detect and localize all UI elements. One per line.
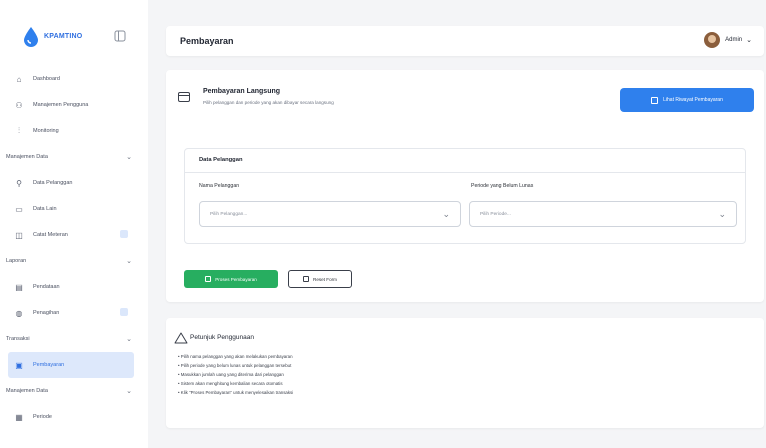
customer-data-header: Data Pelanggan: [185, 149, 745, 173]
sidebar-section[interactable]: Manajemen Data ⌄: [0, 144, 148, 170]
customer-label: Nama Pelanggan: [199, 183, 240, 189]
sidebar-section-label: Manajemen Data: [6, 388, 48, 394]
sidebar-item-label: Data Pelanggan: [33, 180, 73, 186]
top-header: Pembayaran Admin ⌄: [166, 26, 764, 56]
user-menu[interactable]: Admin ⌄: [704, 32, 752, 48]
user-name: Admin: [725, 37, 743, 43]
sidebar-item[interactable]: ⫶ Monitoring: [0, 118, 148, 144]
user-icon: ⚲: [16, 178, 22, 188]
sidebar-item[interactable]: ◍ Penagihan: [0, 300, 148, 326]
sidebar-section-label: Transaksi: [6, 336, 30, 342]
chevron-down-icon: ⌄: [442, 209, 450, 219]
home-icon: ⌂: [16, 74, 22, 84]
sidebar-item[interactable]: ▦ Periode: [0, 404, 148, 430]
receipt-icon: ◍: [15, 308, 23, 318]
history-button[interactable]: Lihat Riwayat Pembayaran: [620, 88, 754, 112]
customer-select[interactable]: Pilih Pelanggan... ⌄: [199, 201, 461, 227]
sidebar-item-label: Penagihan: [33, 310, 60, 316]
sidebar-item-label: Pembayaran: [33, 362, 65, 368]
sidebar-item[interactable]: ▭ Data Lain: [0, 196, 148, 222]
sidebar-item[interactable]: ◫ Catat Meteran: [0, 222, 148, 248]
guide-item: Masukkan jumlah uang yang diterima dari …: [178, 370, 293, 379]
period-select[interactable]: Pilih Periode... ⌄: [469, 201, 737, 227]
reset-form-button[interactable]: Reset Form: [288, 270, 352, 288]
sidebar-item-label: Periode: [33, 414, 52, 420]
process-payment-label: Proses Pembayaran: [215, 276, 257, 282]
chevron-down-icon: ⌄: [126, 154, 132, 161]
sidebar-nav: ⌂ Dashboard ⚇ Manajemen Pengguna ⫶ Monitoring…: [0, 66, 148, 430]
chevron-down-icon: ⌄: [718, 209, 726, 219]
sidebar-item-label: Manajemen Pengguna: [33, 102, 89, 108]
sidebar-item-label: Monitoring: [33, 128, 59, 134]
sidebar-item-label: Dashboard: [33, 76, 60, 82]
water-drop-icon: [24, 27, 38, 47]
save-icon: [205, 276, 212, 282]
guide-item: Pilih nama pelanggan yang akan melakukan…: [178, 352, 293, 361]
avatar: [704, 32, 721, 48]
warning-icon: [174, 332, 188, 344]
guide-item: Klik "Proses Pembayaran" untuk menyelesa…: [178, 388, 293, 397]
brand-name: KPAMTINO: [44, 33, 83, 40]
guide-item: Pilih periode yang belum lunas untuk pel…: [178, 361, 293, 370]
status-badge: [120, 308, 128, 316]
page-title: Pembayaran: [180, 36, 234, 46]
sidebar-section-label: Manajemen Data: [6, 154, 48, 160]
history-icon: [651, 96, 659, 104]
sidebar-item[interactable]: ▣ Pembayaran: [8, 352, 134, 378]
calendar-icon: ▦: [15, 412, 23, 422]
status-badge: [120, 230, 128, 238]
customer-data-panel: Data Pelanggan Nama Pelanggan Pilih Pela…: [184, 148, 746, 244]
guide-list: Pilih nama pelanggan yang akan melakukan…: [178, 352, 293, 397]
customer-data-title: Data Pelanggan: [199, 157, 243, 163]
period-label: Periode yang Belum Lunas: [471, 183, 534, 189]
payment-card-icon: [178, 92, 190, 102]
chevron-down-icon: ⌄: [126, 336, 132, 343]
sidebar: KPAMTINO ⌂ Dashboard ⚇ Manajemen Pengguna ⫶ M…: [0, 0, 148, 448]
guide-title: Petunjuk Penggunaan: [190, 334, 254, 341]
sidebar-item[interactable]: ⚇ Manajemen Pengguna: [0, 92, 148, 118]
payment-title: Pembayaran Langsung: [203, 88, 281, 95]
chevron-down-icon: ⌄: [126, 388, 132, 395]
meter-icon: ◫: [15, 230, 23, 240]
guide-card: Petunjuk Penggunaan Pilih nama pelanggan…: [166, 318, 764, 428]
chart-icon: ⫶: [18, 126, 20, 135]
sidebar-section[interactable]: Manajemen Data ⌄: [0, 378, 148, 404]
sidebar-item-label: Catat Meteran: [33, 232, 68, 238]
users-icon: ⚇: [15, 100, 23, 110]
reset-form-label: Reset Form: [313, 276, 337, 282]
history-button-label: Lihat Riwayat Pembayaran: [663, 97, 723, 103]
wallet-icon: ▣: [15, 360, 23, 370]
process-payment-button[interactable]: Proses Pembayaran: [184, 270, 278, 288]
sidebar-section[interactable]: Transaksi ⌄: [0, 326, 148, 352]
sidebar-item[interactable]: ⌂ Dashboard: [0, 66, 148, 92]
sidebar-section[interactable]: Laporan ⌄: [0, 248, 148, 274]
menu-toggle-icon[interactable]: [114, 30, 126, 42]
folder-icon: ▭: [15, 204, 23, 214]
reset-icon: [303, 276, 309, 282]
chevron-down-icon: ⌄: [126, 258, 132, 265]
guide-item: Sistem akan menghitung kembalian secara …: [178, 379, 293, 388]
payment-card: Pembayaran Langsung Pilih pelanggan dan …: [166, 70, 764, 302]
payment-subtitle: Pilih pelanggan dan periode yang akan di…: [203, 100, 334, 105]
sidebar-item-label: Data Lain: [33, 206, 57, 212]
sidebar-section-label: Laporan: [6, 258, 27, 264]
brand-logo[interactable]: KPAMTINO: [22, 26, 132, 48]
period-placeholder: Pilih Periode...: [480, 212, 511, 217]
customer-placeholder: Pilih Pelanggan...: [210, 212, 248, 217]
sidebar-item[interactable]: ▤ Pendataan: [0, 274, 148, 300]
chevron-down-icon: ⌄: [746, 37, 752, 44]
document-icon: ▤: [15, 282, 23, 292]
sidebar-item-label: Pendataan: [33, 284, 60, 290]
sidebar-item[interactable]: ⚲ Data Pelanggan: [0, 170, 148, 196]
